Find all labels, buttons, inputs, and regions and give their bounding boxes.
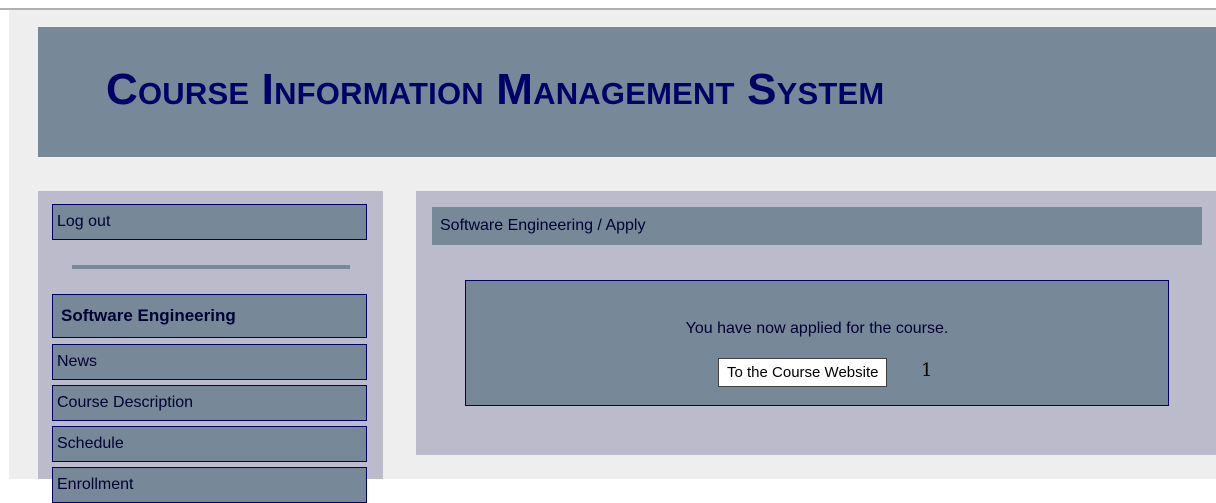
sidebar-item-enrollment[interactable]: Enrollment (52, 467, 367, 503)
sidebar-item-label: News (57, 353, 98, 370)
sidebar-course-title[interactable]: Software Engineering (52, 294, 367, 338)
page-title: Course Information Management System (106, 65, 885, 114)
sidebar-item-label: Schedule (57, 435, 124, 452)
sidebar-divider (72, 265, 350, 269)
header-banner: Course Information Management System (38, 27, 1216, 157)
sidebar-item-schedule[interactable]: Schedule (52, 426, 367, 462)
annotation-marker: 1 (921, 360, 933, 381)
course-title-label: Software Engineering (61, 306, 236, 325)
course-website-button[interactable]: To the Course Website (718, 358, 888, 387)
breadcrumb-text: Software Engineering / Apply (440, 217, 646, 234)
logout-button[interactable]: Log out (52, 204, 367, 240)
sidebar-item-course-description[interactable]: Course Description (52, 385, 367, 421)
main-content-panel: Software Engineering / Apply You have no… (416, 191, 1216, 455)
confirmation-box: You have now applied for the course. To … (465, 280, 1169, 406)
sidebar-item-label: Course Description (57, 394, 194, 411)
confirmation-message: You have now applied for the course. (685, 320, 949, 337)
logout-label: Log out (57, 213, 111, 230)
sidebar-item-news[interactable]: News (52, 344, 367, 380)
breadcrumb: Software Engineering / Apply (432, 207, 1202, 245)
sidebar: Log out Software Engineering News Course… (38, 191, 383, 503)
